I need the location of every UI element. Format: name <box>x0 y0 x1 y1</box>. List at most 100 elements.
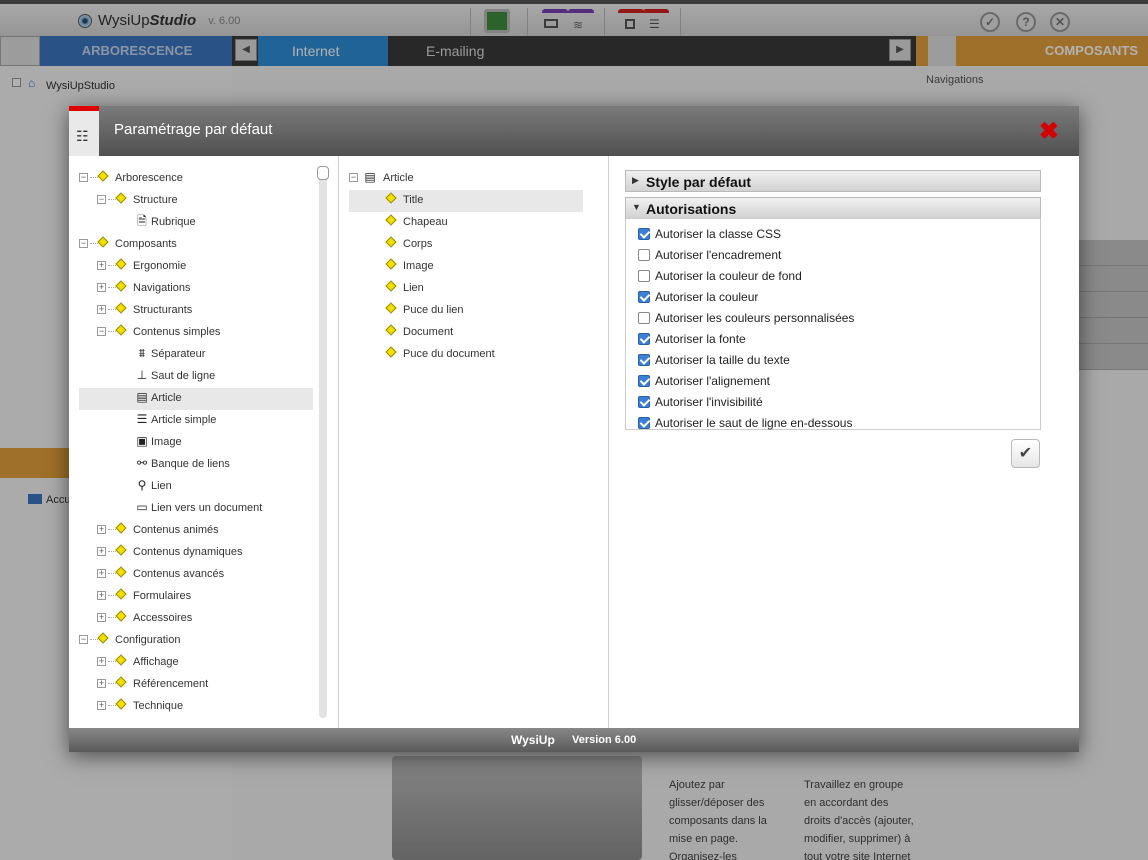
collapse-minus-icon[interactable]: − <box>97 327 106 336</box>
permission-checkbox[interactable] <box>638 290 650 303</box>
expand-plus-icon[interactable]: + <box>97 657 106 666</box>
tree-node-label: Article <box>151 392 182 404</box>
tree-node[interactable]: ▤ Article <box>79 388 313 410</box>
tree-connector <box>108 705 116 706</box>
permission-item[interactable]: Autoriser le saut de ligne en-dessous <box>638 412 852 433</box>
tree-node[interactable]: − Configuration <box>79 630 313 652</box>
expand-plus-icon[interactable]: + <box>97 261 106 270</box>
collapse-minus-icon[interactable]: − <box>79 239 88 248</box>
article-field-label: Title <box>403 194 424 206</box>
diamond-icon <box>115 324 127 336</box>
section-autorisations-label: Autorisations <box>646 201 737 217</box>
tree-node[interactable]: + Structurants <box>79 300 313 322</box>
expand-plus-icon[interactable]: + <box>97 569 106 578</box>
permission-item[interactable]: Autoriser l'alignement <box>638 370 770 391</box>
diamond-icon <box>97 236 109 248</box>
tree-node-label: Arborescence <box>115 172 183 184</box>
properties-panel: ▶ Style par défaut ▼ Autorisations Autor… <box>609 156 1079 728</box>
permission-checkbox[interactable] <box>638 332 650 345</box>
permission-checkbox[interactable] <box>638 395 650 408</box>
article-field-item[interactable]: Chapeau <box>349 212 583 234</box>
tree-node[interactable]: ⚯ Banque de liens <box>79 454 313 476</box>
tree-node[interactable]: ▣ Image <box>79 432 313 454</box>
permission-checkbox[interactable] <box>638 269 650 282</box>
tree-connector <box>108 265 116 266</box>
diamond-icon <box>385 324 397 336</box>
tree-connector <box>90 177 98 178</box>
permission-checkbox[interactable] <box>638 311 650 324</box>
permission-item[interactable]: Autoriser la couleur de fond <box>638 265 802 286</box>
section-autorisations[interactable]: ▼ Autorisations <box>625 197 1041 219</box>
article-root-label: Article <box>383 172 414 184</box>
tree-connector <box>108 573 116 574</box>
permission-item[interactable]: Autoriser la classe CSS <box>638 223 781 244</box>
tree-node[interactable]: + Ergonomie <box>79 256 313 278</box>
article-field-item[interactable]: Corps <box>349 234 583 256</box>
permission-item[interactable]: Autoriser l'encadrement <box>638 244 781 265</box>
permission-checkbox[interactable] <box>638 248 650 261</box>
tree-node[interactable]: + Formulaires <box>79 586 313 608</box>
footer-app-name: WysiUp <box>511 733 555 747</box>
tree-node[interactable]: − Arborescence <box>79 168 313 190</box>
article-field-item[interactable]: Image <box>349 256 583 278</box>
permission-item[interactable]: Autoriser la couleur <box>638 286 758 307</box>
expand-plus-icon[interactable]: + <box>97 679 106 688</box>
tree-node-label: Structure <box>133 194 178 206</box>
diamond-icon <box>385 302 397 314</box>
tree-node[interactable]: + Contenus animés <box>79 520 313 542</box>
article-field-item[interactable]: Document <box>349 322 583 344</box>
article-field-label: Image <box>403 260 434 272</box>
validate-check-button[interactable]: ✔ <box>1011 439 1040 468</box>
article-field-item[interactable]: Title <box>349 190 583 212</box>
tree-node[interactable]: ⚲ Lien <box>79 476 313 498</box>
tree-node[interactable]: ☰ Article simple <box>79 410 313 432</box>
expand-plus-icon[interactable]: + <box>97 283 106 292</box>
tree-node-label: Lien vers un document <box>151 502 263 514</box>
expand-plus-icon[interactable]: + <box>97 525 106 534</box>
separator-icon: ⩩ <box>138 346 146 360</box>
expand-plus-icon[interactable]: + <box>97 547 106 556</box>
tree-node[interactable]: − Contenus simples <box>79 322 313 344</box>
permission-checkbox[interactable] <box>638 374 650 387</box>
tree-node[interactable]: ⩩ Séparateur <box>79 344 313 366</box>
scrollbar-thumb[interactable] <box>317 166 329 180</box>
article-field-item[interactable]: Puce du document <box>349 344 583 366</box>
close-icon[interactable]: ✖ <box>1039 117 1059 146</box>
tree-node[interactable]: + Référencement <box>79 674 313 696</box>
tree-node[interactable]: ▭ Lien vers un document <box>79 498 313 520</box>
expand-plus-icon[interactable]: + <box>97 591 106 600</box>
diamond-icon <box>115 302 127 314</box>
article-field-item[interactable]: Puce du lien <box>349 300 583 322</box>
permission-item[interactable]: Autoriser les couleurs personnalisées <box>638 307 854 328</box>
tree-node[interactable]: + Contenus avancés <box>79 564 313 586</box>
collapse-minus-icon[interactable]: − <box>79 173 88 182</box>
collapse-minus-icon[interactable]: − <box>349 173 358 182</box>
tree-node[interactable]: + Affichage <box>79 652 313 674</box>
tree-node[interactable]: + Contenus dynamiques <box>79 542 313 564</box>
tree-node-label: Image <box>151 436 182 448</box>
collapse-minus-icon[interactable]: − <box>97 195 106 204</box>
permission-checkbox[interactable] <box>638 353 650 366</box>
collapse-minus-icon[interactable]: − <box>79 635 88 644</box>
tree-scrollbar[interactable] <box>317 166 329 718</box>
tree-node[interactable]: − Composants <box>79 234 313 256</box>
permission-checkbox[interactable] <box>638 416 650 429</box>
tree-connector <box>108 287 116 288</box>
expand-plus-icon[interactable]: + <box>97 701 106 710</box>
tree-node[interactable]: 🗎 Rubrique <box>79 212 313 234</box>
tree-node[interactable]: − Structure <box>79 190 313 212</box>
article-root-node[interactable]: − ▤ Article <box>349 168 583 190</box>
permission-item[interactable]: Autoriser la taille du texte <box>638 349 790 370</box>
permission-item[interactable]: Autoriser l'invisibilité <box>638 391 763 412</box>
dialog-title: Paramétrage par défaut <box>114 121 273 138</box>
expand-plus-icon[interactable]: + <box>97 305 106 314</box>
tree-node[interactable]: ⊥ Saut de ligne <box>79 366 313 388</box>
section-style-par-defaut[interactable]: ▶ Style par défaut <box>625 170 1041 192</box>
tree-node[interactable]: + Technique <box>79 696 313 718</box>
tree-node[interactable]: + Navigations <box>79 278 313 300</box>
permission-checkbox[interactable] <box>638 227 650 240</box>
article-field-item[interactable]: Lien <box>349 278 583 300</box>
expand-plus-icon[interactable]: + <box>97 613 106 622</box>
tree-node[interactable]: + Accessoires <box>79 608 313 630</box>
permission-item[interactable]: Autoriser la fonte <box>638 328 746 349</box>
